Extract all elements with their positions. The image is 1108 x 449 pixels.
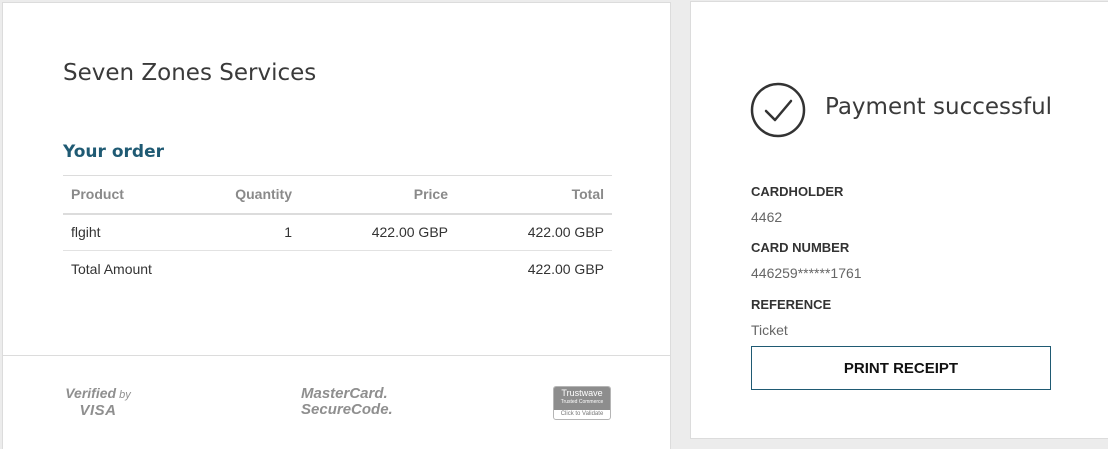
column-header-total: Total	[456, 175, 612, 215]
trustwave-subtitle: Trusted Commerce	[560, 399, 604, 405]
mastercard-securecode-logo: MasterCard. SecureCode.	[301, 386, 393, 418]
total-amount-label: Total Amount	[71, 261, 152, 278]
visa-brand-text: VISA	[79, 402, 117, 419]
visa-by-text: by	[119, 389, 131, 401]
table-row: flgiht 1 422.00 GBP 422.00 GBP	[63, 213, 612, 251]
total-amount-value: 422.00 GBP	[527, 261, 604, 278]
order-table: Product Quantity Price Total flgiht 1 42…	[63, 175, 612, 288]
cardholder-value: 4462	[751, 209, 783, 225]
total-amount-row: Total Amount 422.00 GBP	[63, 251, 612, 288]
card-number-label: CARD NUMBER	[751, 240, 850, 255]
column-header-price: Price	[300, 175, 456, 215]
visa-verified-text: Verified	[65, 385, 117, 401]
mastercard-text: MasterCard.	[301, 385, 388, 402]
trustwave-name: Trustwave	[561, 388, 603, 398]
check-circle-icon	[750, 82, 806, 138]
card-number-value: 446259******1761	[751, 265, 862, 281]
payment-status-title: Payment successful	[825, 94, 1053, 120]
payment-status-card: Payment successful CARDHOLDER 4462 CARD …	[690, 1, 1108, 439]
column-header-quantity: Quantity	[178, 175, 300, 215]
cardholder-label: CARDHOLDER	[751, 184, 844, 199]
footer-divider	[3, 355, 670, 356]
quantity-cell: 1	[178, 213, 300, 251]
reference-label: REFERENCE	[751, 297, 832, 312]
order-heading: Your order	[63, 142, 164, 162]
column-header-product: Product	[63, 175, 178, 215]
reference-value: Ticket	[751, 322, 788, 338]
print-receipt-button[interactable]: PRINT RECEIPT	[751, 346, 1051, 390]
securecode-text: SecureCode.	[301, 401, 393, 418]
product-cell: flgiht	[63, 213, 178, 251]
verified-by-visa-logo: Verified by VISA	[63, 385, 133, 419]
order-summary-card: Seven Zones Services Your order Product …	[2, 2, 671, 449]
total-cell: 422.00 GBP	[456, 213, 612, 251]
merchant-name: Seven Zones Services	[63, 60, 317, 86]
trustwave-validate-text: Click to Validate	[560, 411, 604, 417]
trustwave-seal[interactable]: Trustwave Trusted Commerce Click to Vali…	[553, 386, 611, 420]
price-cell: 422.00 GBP	[300, 213, 456, 251]
table-header-row: Product Quantity Price Total	[63, 175, 612, 215]
